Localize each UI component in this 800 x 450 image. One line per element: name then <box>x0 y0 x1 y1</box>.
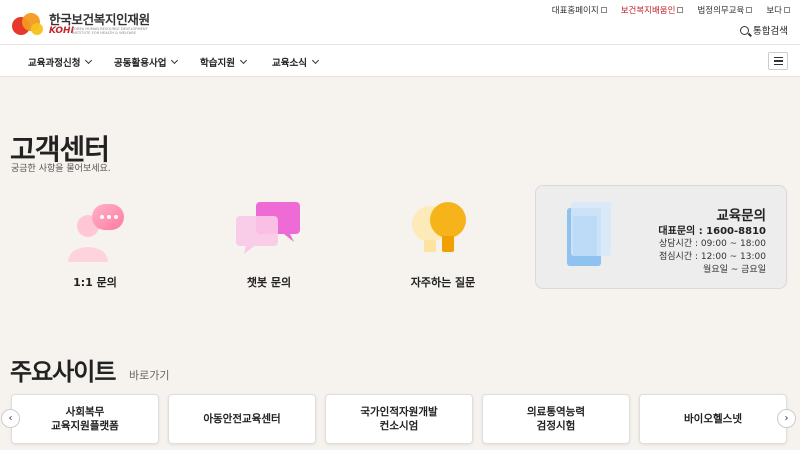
service-label: 자주하는 질문 <box>410 276 476 289</box>
chevron-down-icon <box>311 56 320 65</box>
util-link-boda[interactable]: 보다 <box>766 4 790 16</box>
menu-bar <box>773 56 783 59</box>
site-card-medical-interpretation-test[interactable]: 의료통역능력 검정시험 <box>482 394 630 444</box>
lightbulb-icon <box>412 202 466 252</box>
contact-consult-hours: 상담시간 : 09:00 ~ 18:00 <box>658 239 766 249</box>
logo-abbr: KOHI <box>49 26 74 36</box>
nav-item-education-news[interactable]: 교육소식 <box>272 55 320 69</box>
chatbot-bubbles-icon <box>236 202 300 254</box>
site-card-national-hrd-consortium[interactable]: 국가인적자원개발 컨소시엄 <box>325 394 473 444</box>
external-link-icon <box>600 7 607 13</box>
utility-links: 대표홈페이지 보건복지배움인 법정의무교육 보다 <box>552 4 790 16</box>
nav-item-course-application[interactable]: 교육과정신청 <box>28 55 93 69</box>
chevron-down-icon <box>239 56 248 65</box>
site-header: 한국보건복지인재원 KOHI KOREA HUMAN RESOURCE DEVE… <box>0 0 800 45</box>
service-faq[interactable]: 자주하는 질문 <box>383 196 503 291</box>
page-description: 궁금한 사항을 물어보세요. <box>11 164 111 174</box>
menu-bar <box>773 63 783 66</box>
site-card-child-safety-center[interactable]: 아동안전교육센터 <box>168 394 316 444</box>
contact-info-card: 교육문의 대표문의 : 1600-8810 상담시간 : 09:00 ~ 18:… <box>535 185 787 289</box>
chevron-down-icon <box>85 56 93 65</box>
service-label: 챗봇 문의 <box>246 276 292 289</box>
contact-phone: 대표문의 : 1600-8810 <box>658 226 766 237</box>
search-icon <box>740 25 750 35</box>
logo-subtitle: KOREA HUMAN RESOURCE DEVELOPMENT INSTITU… <box>72 27 148 35</box>
menu-bar <box>773 60 783 62</box>
util-link-mandatory-training[interactable]: 법정의무교육 <box>697 4 753 16</box>
site-card-biohealthnet[interactable]: 바이오헬스넷 <box>639 394 787 444</box>
chevron-right-icon: › <box>784 413 789 424</box>
integrated-search-label: 통합검색 <box>753 26 788 37</box>
site-card-social-service-platform[interactable]: 사회복무 교육지원플랫폼 <box>11 394 159 444</box>
site-logo[interactable]: 한국보건복지인재원 KOHI KOREA HUMAN RESOURCE DEVE… <box>10 8 160 38</box>
hamburger-menu-button[interactable] <box>768 52 788 70</box>
external-link-icon <box>784 7 790 13</box>
external-link-icon <box>677 7 684 13</box>
logo-mark-icon <box>12 13 43 35</box>
sites-subtitle: 바로가기 <box>129 369 170 382</box>
site-carousel: 사회복무 교육지원플랫폼 아동안전교육센터 국가인적자원개발 컨소시엄 의료통역능력… <box>0 394 800 450</box>
chevron-left-icon: ‹ <box>8 413 13 424</box>
sites-title: 주요사이트 <box>10 358 116 386</box>
phone-icon <box>567 202 611 266</box>
external-link-icon <box>746 7 753 13</box>
service-chatbot-inquiry[interactable]: 챗봇 문의 <box>209 196 329 291</box>
contact-details: 대표문의 : 1600-8810 상담시간 : 09:00 ~ 18:00 점심… <box>658 225 766 277</box>
main-navigation: 교육과정신청 공동활용사업 학습지원 교육소식 <box>0 45 800 77</box>
person-chat-icon <box>68 204 124 262</box>
contact-lunch-hours: 점심시간 : 12:00 ~ 13:00 <box>658 252 766 262</box>
contact-days: 월요일 ~ 금요일 <box>703 265 766 275</box>
util-link-main-homepage[interactable]: 대표홈페이지 <box>552 4 607 16</box>
util-link-learning[interactable]: 보건복지배움인 <box>621 4 684 16</box>
carousel-prev-button[interactable]: ‹ <box>1 409 20 428</box>
service-label: 1:1 문의 <box>73 276 117 289</box>
chevron-down-icon <box>171 56 179 65</box>
contact-title: 교육문의 <box>716 208 766 224</box>
nav-item-learning-support[interactable]: 학습지원 <box>200 55 248 69</box>
nav-item-joint-utilization[interactable]: 공동활용사업 <box>114 55 179 69</box>
carousel-next-button[interactable]: › <box>777 409 796 428</box>
integrated-search-button[interactable]: 통합검색 <box>740 23 788 37</box>
service-one-on-one-inquiry[interactable]: 1:1 문의 <box>35 196 155 291</box>
